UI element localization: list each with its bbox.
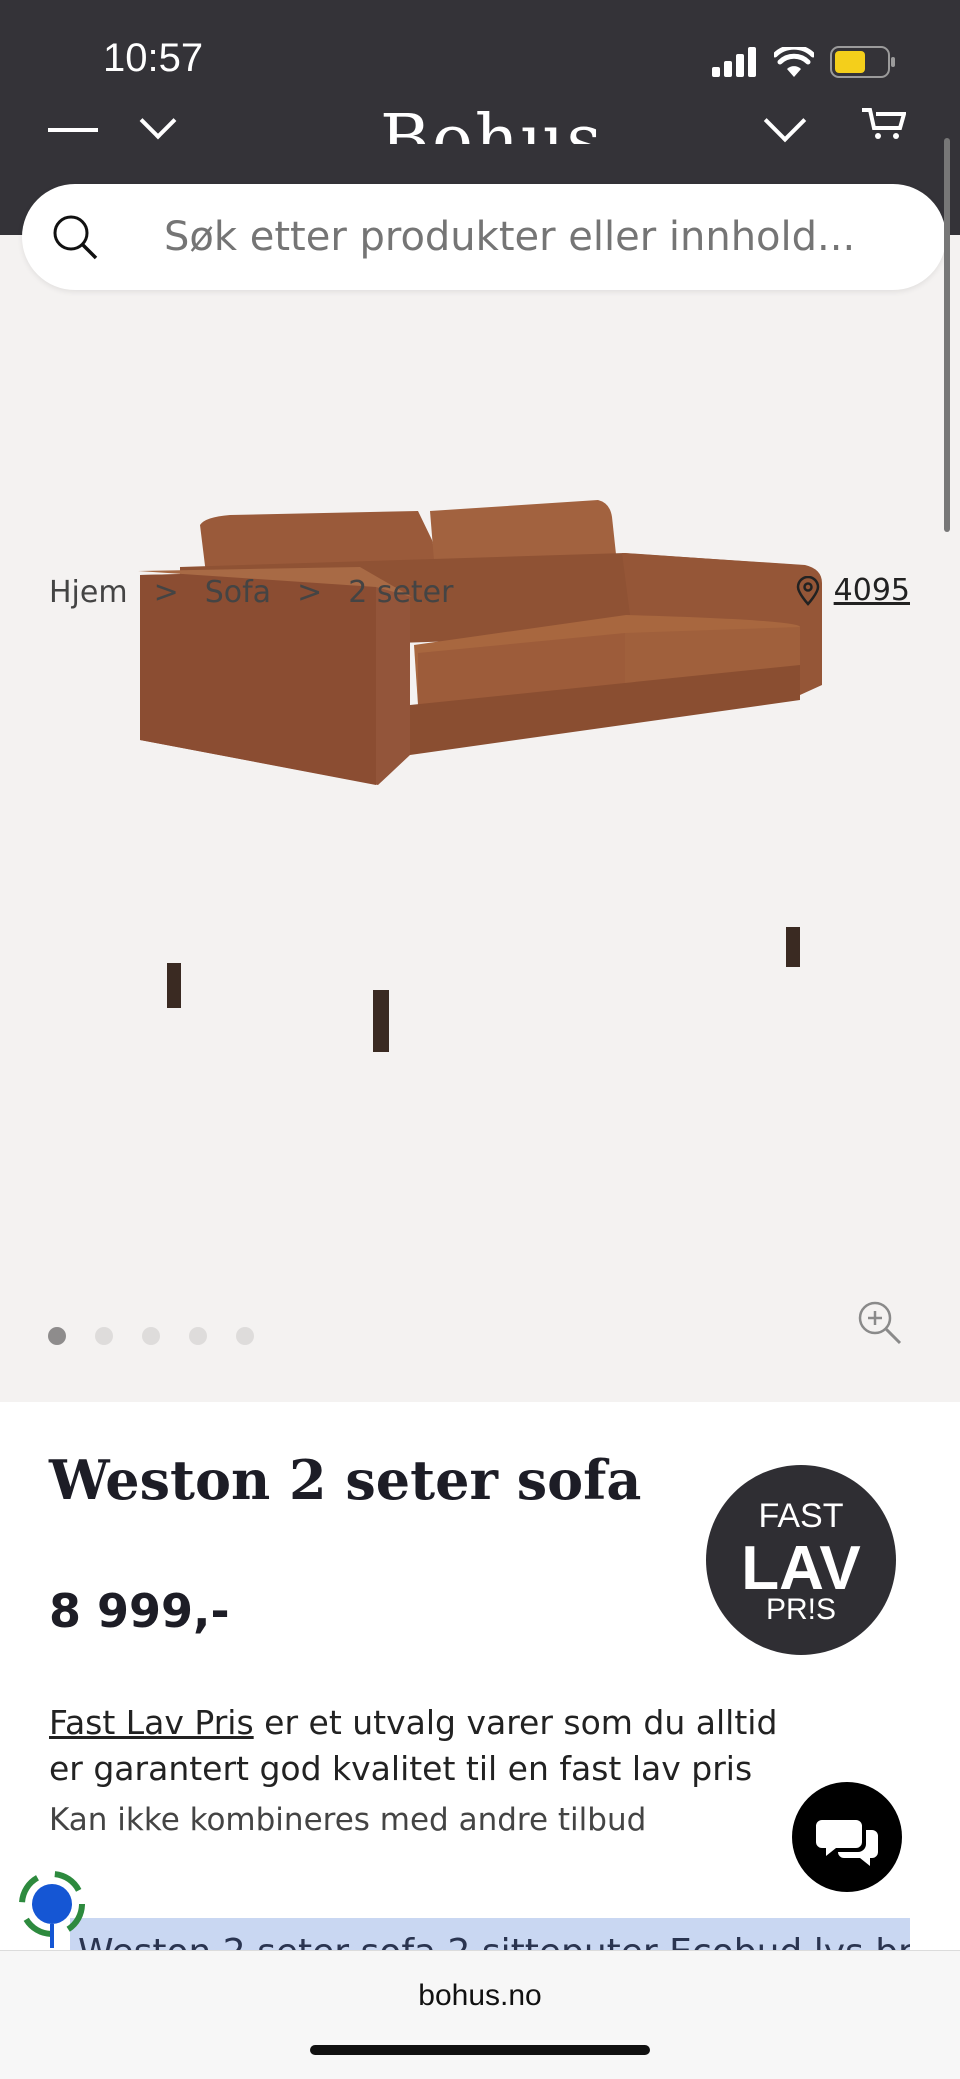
search-bar[interactable] — [22, 184, 946, 290]
chat-icon — [816, 1820, 878, 1866]
badge-line-1: FAST — [758, 1497, 844, 1535]
fast-lav-pris-badge: FAST LAV PR!S — [706, 1465, 896, 1655]
zoom-icon[interactable] — [857, 1300, 903, 1346]
product-gallery[interactable]: Hjem > Sofa > 2 seter 4095 — [0, 235, 960, 1402]
url-text[interactable]: bohus.no — [0, 1979, 960, 2013]
postal-code-selector[interactable]: 4095 — [796, 573, 910, 608]
chevron-down-icon[interactable] — [139, 102, 177, 140]
postal-code[interactable]: 4095 — [834, 573, 910, 608]
browser-url-bar[interactable]: bohus.no — [0, 1950, 960, 2079]
cart-icon[interactable] — [860, 104, 906, 140]
gallery-dot[interactable] — [236, 1327, 254, 1345]
battery-icon — [830, 46, 895, 78]
gallery-dot[interactable] — [95, 1327, 113, 1345]
gallery-dot[interactable] — [189, 1327, 207, 1345]
menu-icon[interactable] — [48, 128, 98, 132]
product-title: Weston 2 seter sofa — [49, 1448, 642, 1512]
gallery-pagination — [48, 1327, 254, 1345]
gallery-dot[interactable] — [142, 1327, 160, 1345]
breadcrumb-2-seter[interactable]: 2 seter — [348, 575, 453, 610]
status-icons — [712, 46, 896, 78]
loading-spinner-icon — [19, 1871, 85, 1948]
breadcrumb-separator: > — [297, 575, 323, 610]
breadcrumb-home[interactable]: Hjem — [49, 575, 128, 610]
gallery-dot[interactable] — [48, 1327, 66, 1345]
location-pin-icon — [796, 575, 819, 606]
product-image[interactable] — [0, 235, 960, 1402]
scrollbar[interactable] — [944, 138, 950, 532]
price-description: Fast Lav Pris er et utvalg varer som du … — [49, 1700, 809, 1792]
chat-button[interactable] — [792, 1782, 902, 1892]
breadcrumb-separator: > — [153, 575, 179, 610]
product-price: 8 999,- — [49, 1584, 230, 1638]
home-indicator[interactable] — [310, 2045, 650, 2055]
chevron-down-icon[interactable] — [763, 99, 807, 143]
signal-icon — [712, 47, 756, 77]
search-input[interactable] — [164, 184, 924, 290]
fast-lav-pris-link[interactable]: Fast Lav Pris — [49, 1703, 254, 1742]
status-time: 10:57 — [103, 36, 204, 80]
combination-note: Kan ikke kombineres med andre tilbud — [49, 1802, 647, 1838]
search-icon — [53, 215, 98, 260]
breadcrumb-sofa[interactable]: Sofa — [205, 575, 271, 610]
wifi-icon — [774, 47, 814, 77]
breadcrumb: Hjem > Sofa > 2 seter — [49, 575, 453, 610]
badge-line-3: PR!S — [765, 1593, 837, 1626]
bohus-logo[interactable]: Bohus — [380, 86, 603, 144]
